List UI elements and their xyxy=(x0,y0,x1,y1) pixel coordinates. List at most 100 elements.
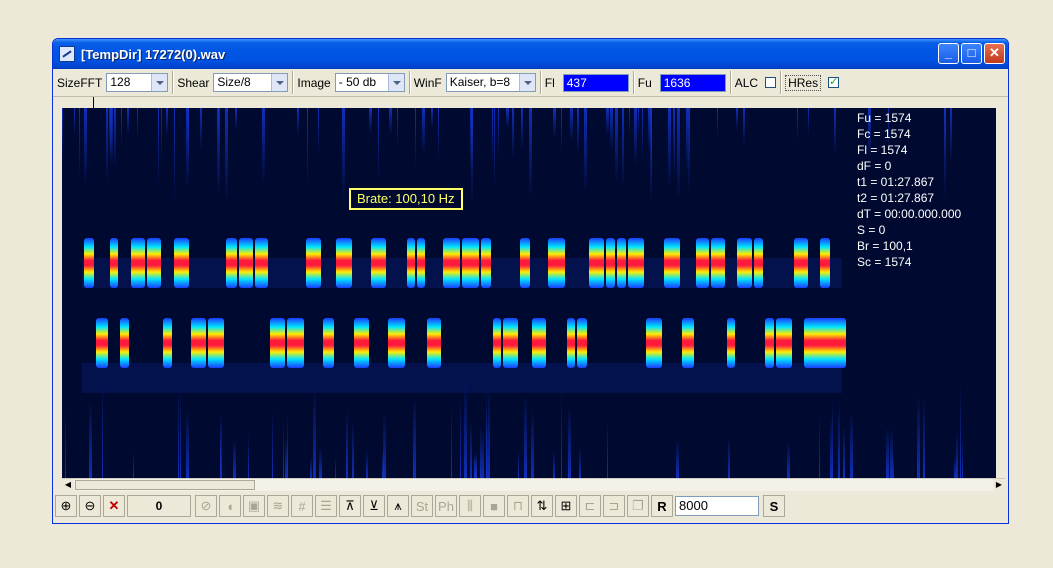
qr-icon[interactable]: ⊞ xyxy=(555,495,577,517)
alc-group: ALC xyxy=(731,71,782,94)
noise-streak xyxy=(629,108,630,135)
fsk-tone-burst xyxy=(131,238,145,288)
fsk-tone-burst xyxy=(336,238,352,288)
fsk-tone-burst xyxy=(794,238,808,288)
winf-select[interactable]: Kaiser, b=8 xyxy=(445,73,536,92)
noise-streak xyxy=(464,381,467,478)
scroll-right-icon[interactable]: ▶ xyxy=(993,479,1005,491)
readout-fl: Fl = 1574 xyxy=(857,143,908,157)
toolbar: SizeFFT 128 Shear Size/8 Image - 50 db W… xyxy=(53,69,1008,97)
noise-streak xyxy=(954,455,956,478)
zoom-in-icon[interactable]: ⊕ xyxy=(55,495,77,517)
r-button[interactable]: R xyxy=(651,495,673,517)
ph-button[interactable]: Ph xyxy=(435,495,457,517)
noise-streak xyxy=(233,439,236,478)
sort-icon[interactable]: ⇅ xyxy=(531,495,553,517)
noise-streak xyxy=(158,108,159,189)
noise-streak xyxy=(121,108,122,147)
noise-streak xyxy=(638,108,639,136)
minimize-button[interactable]: _ xyxy=(938,43,959,64)
noise-streak xyxy=(310,457,312,478)
image-label: Image xyxy=(297,75,331,90)
scroll-thumb[interactable] xyxy=(75,480,255,490)
noise-streak xyxy=(832,397,833,478)
fsk-tone-burst xyxy=(820,238,830,288)
fsk-tone-burst xyxy=(696,238,709,288)
marker-both-icon[interactable]: ⩚ xyxy=(387,495,409,517)
spectrogram-view[interactable]: Fu = 1574 Fc = 1574 Fl = 1574 dF = 0 t1 … xyxy=(62,108,996,478)
fu-field[interactable]: 1636 xyxy=(659,73,726,92)
noise-streak xyxy=(480,422,481,478)
noise-streak xyxy=(561,390,562,478)
chevron-down-icon[interactable] xyxy=(151,74,168,91)
fsk-tone-burst xyxy=(493,318,501,368)
alc-checkbox[interactable] xyxy=(765,77,777,88)
noise-streak xyxy=(688,108,690,192)
delete-icon[interactable]: ✕ xyxy=(103,495,125,517)
noise-streak xyxy=(397,108,398,148)
time-marker xyxy=(93,97,94,108)
fsk-tone-burst xyxy=(481,238,491,288)
chevron-down-icon[interactable] xyxy=(271,74,288,91)
fl-field[interactable]: 437 xyxy=(562,73,629,92)
noise-streak xyxy=(200,108,202,151)
noise-streak xyxy=(492,108,493,167)
sizefft-select[interactable]: 128 xyxy=(106,73,169,92)
noise-streak xyxy=(74,108,75,138)
marker-down-icon[interactable]: ⊻ xyxy=(363,495,385,517)
noise-streak xyxy=(506,108,509,129)
noise-streak xyxy=(736,108,738,131)
sizefft-label: SizeFFT xyxy=(57,75,103,90)
shear-select[interactable]: Size/8 xyxy=(213,73,289,92)
zoom-out-icon[interactable]: ⊖ xyxy=(79,495,101,517)
st-button[interactable]: St xyxy=(411,495,433,517)
noise-streak xyxy=(235,108,237,131)
image-select[interactable]: - 50 db xyxy=(334,73,405,92)
frame-icon[interactable]: ▣ xyxy=(243,495,265,517)
maximize-button[interactable]: □ xyxy=(961,43,982,64)
noise-streak xyxy=(161,108,162,162)
sizefft-value: 128 xyxy=(110,75,131,89)
noise-streak xyxy=(342,108,345,201)
noise-streak xyxy=(431,108,433,129)
noise-streak xyxy=(670,108,671,130)
noise-streak xyxy=(79,108,80,178)
fsk-tone-burst xyxy=(737,238,752,288)
fsk-tone-burst xyxy=(548,238,565,288)
bracket-icon[interactable]: ⊏ xyxy=(579,495,601,517)
hres-group: HRes xyxy=(781,71,843,94)
horizontal-scrollbar[interactable]: ◀ ▶ xyxy=(62,478,1005,491)
close-button[interactable]: ✕ xyxy=(984,43,1005,64)
noise-streak xyxy=(890,429,893,478)
noise-streak xyxy=(498,108,499,159)
fu-label: Fu xyxy=(637,75,652,90)
fsk-tone-burst xyxy=(371,238,386,288)
fsk-tone-burst xyxy=(417,238,425,288)
main-window: [TempDir] 17272(0).wav _ □ ✕ SizeFFT 128… xyxy=(52,38,1009,524)
stop-icon[interactable]: ■ xyxy=(483,495,505,517)
s-button[interactable]: S xyxy=(763,495,785,517)
title-bar[interactable]: [TempDir] 17272(0).wav _ □ ✕ xyxy=(53,39,1008,69)
chevron-down-icon[interactable] xyxy=(518,74,535,91)
alc-label: ALC xyxy=(734,75,759,90)
marker-up-icon[interactable]: ⊼ xyxy=(339,495,361,517)
freq-icon[interactable]: ⊓ xyxy=(507,495,529,517)
hres-checkbox[interactable] xyxy=(828,75,840,88)
speaker-icon[interactable]: ◖ xyxy=(219,495,241,517)
scroll-left-icon[interactable]: ◀ xyxy=(62,479,74,491)
noise-streak xyxy=(248,432,249,478)
fsk-tone-burst xyxy=(287,318,304,368)
list-icon[interactable]: ☰ xyxy=(315,495,337,517)
noise-streak xyxy=(808,108,809,135)
noise-streak xyxy=(109,108,112,156)
fsk-tone-burst xyxy=(628,238,644,288)
copy-icon[interactable]: ❐ xyxy=(627,495,649,517)
wave-icon[interactable]: ⫼ xyxy=(459,495,481,517)
filter-icon[interactable]: ≋ xyxy=(267,495,289,517)
fl-group: Fl 437 xyxy=(541,71,634,94)
rate-input[interactable]: 8000 xyxy=(675,496,759,516)
chevron-down-icon[interactable] xyxy=(387,74,404,91)
no-icon[interactable]: ⊘ xyxy=(195,495,217,517)
bracket2-icon[interactable]: ⊐ xyxy=(603,495,625,517)
grid-icon[interactable]: # xyxy=(291,495,313,517)
